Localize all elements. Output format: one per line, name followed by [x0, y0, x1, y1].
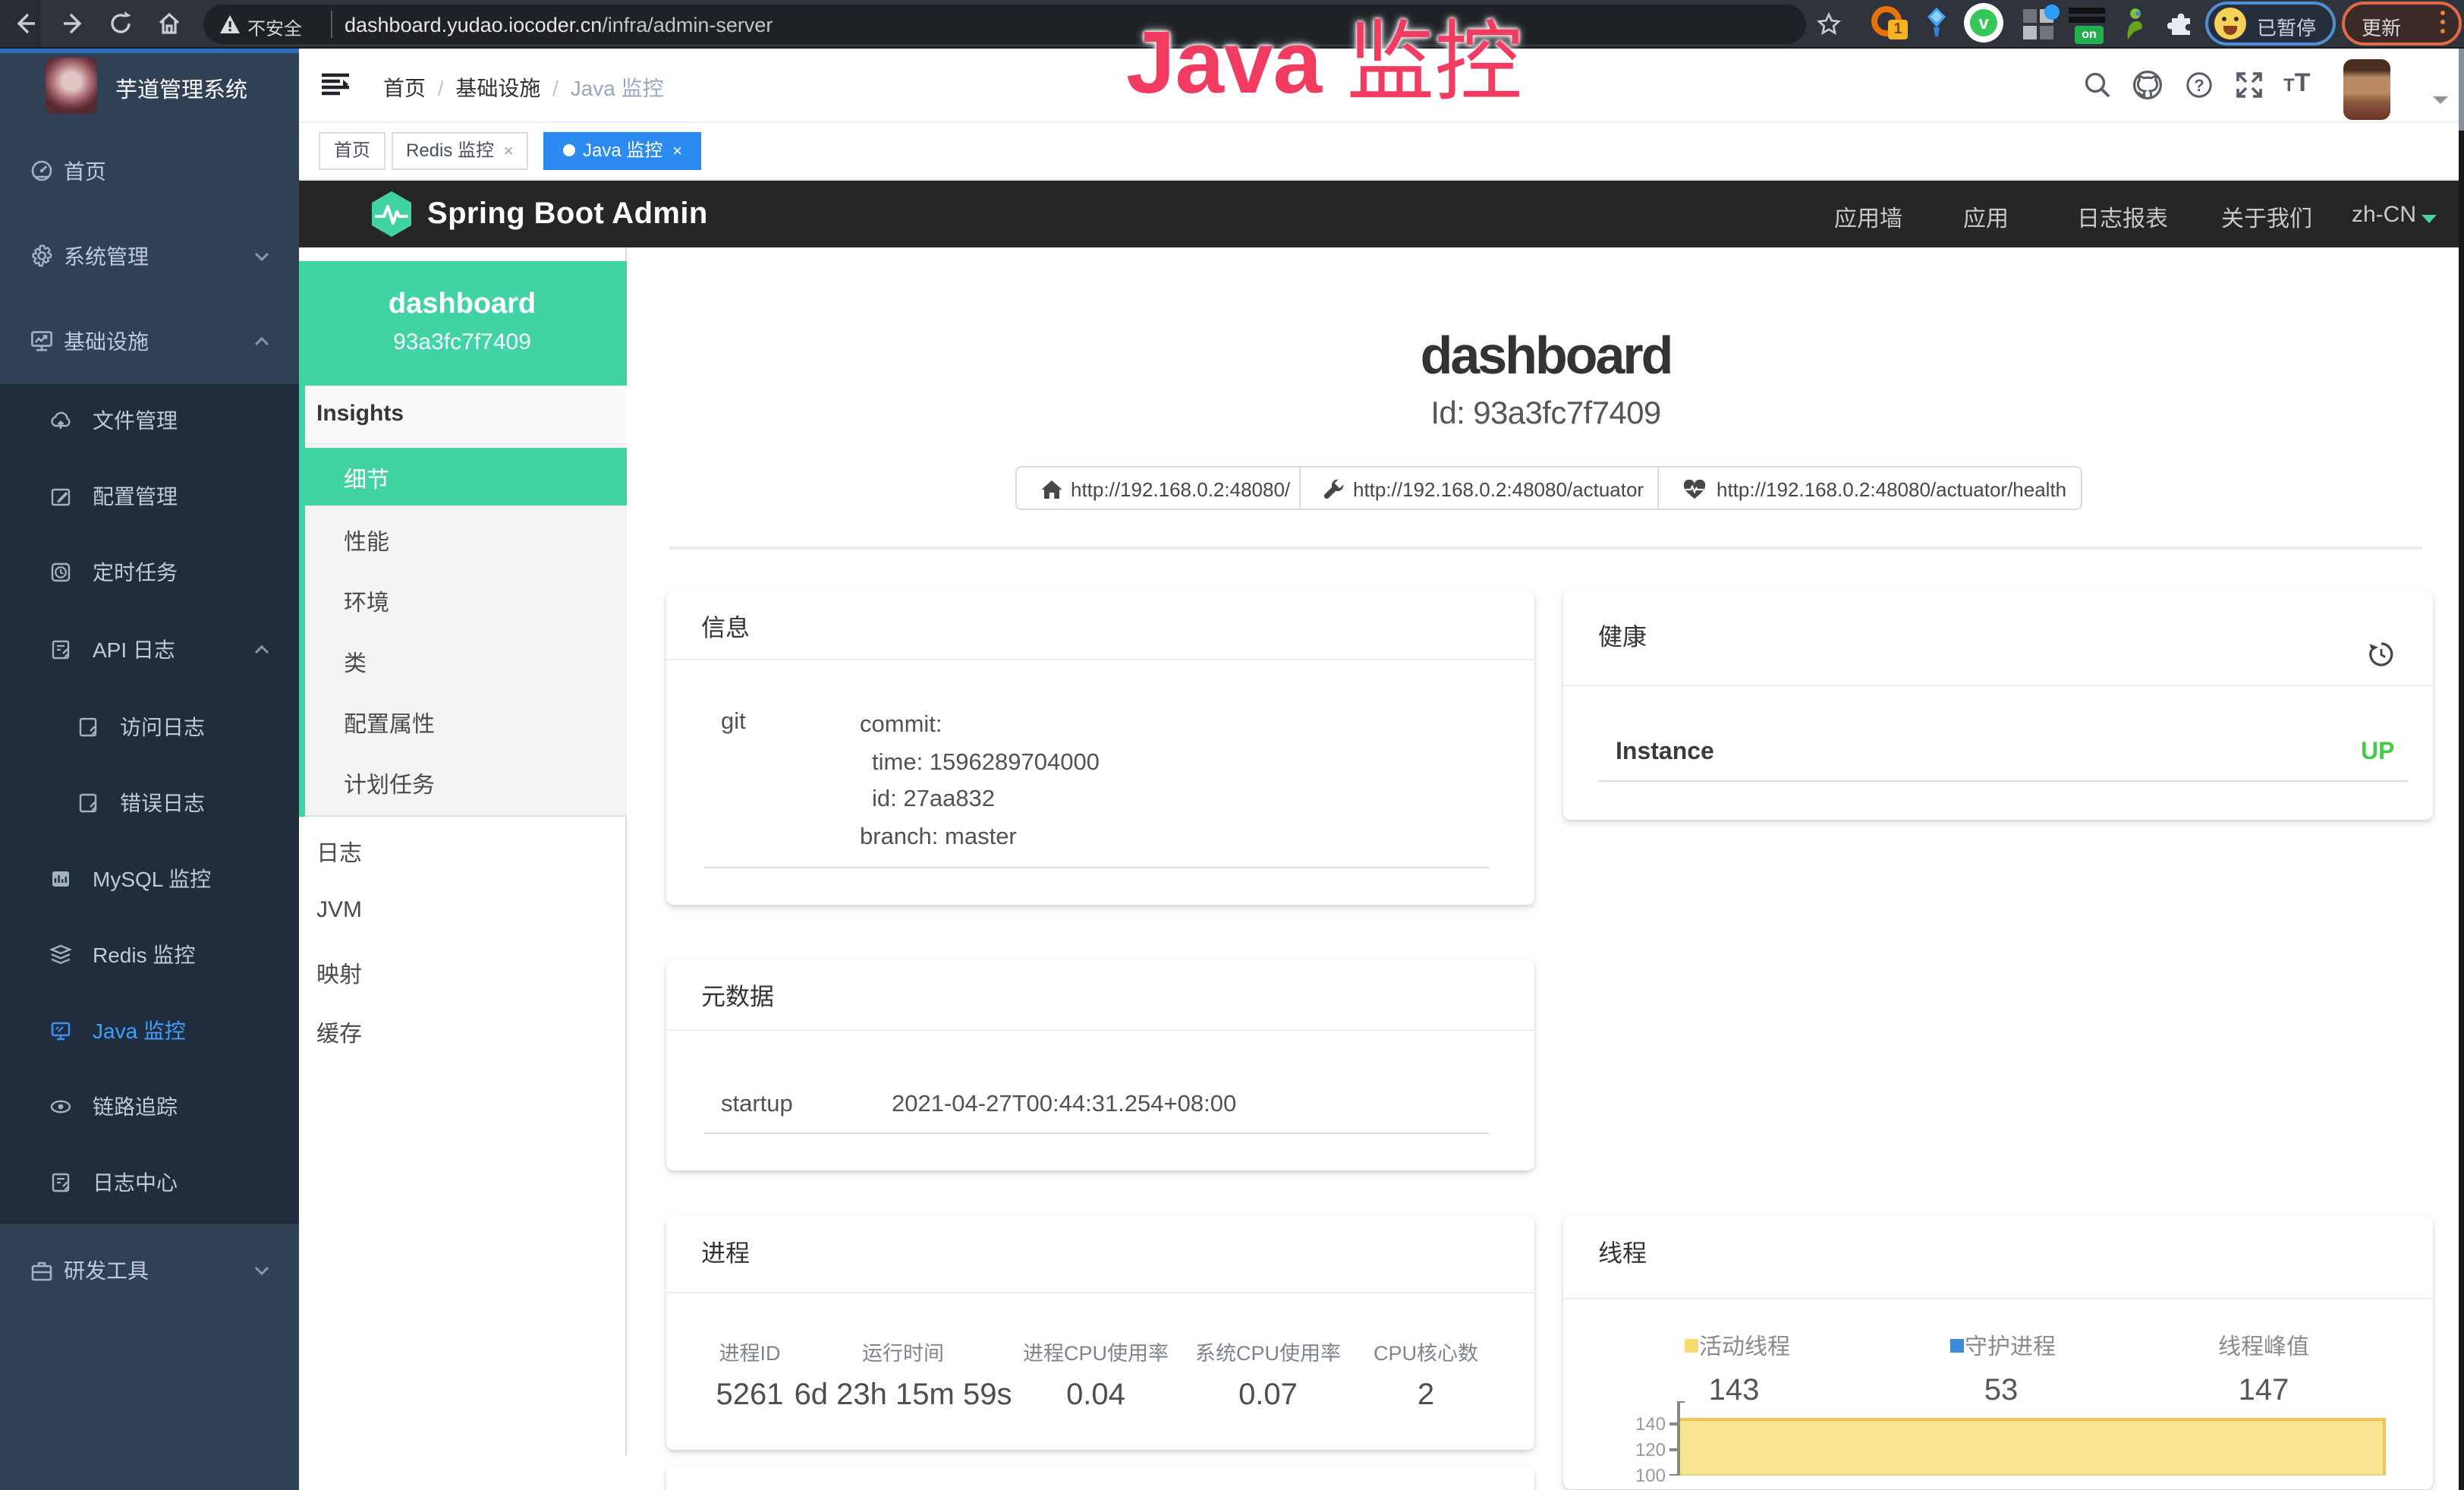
svg-text:?: ? [2193, 76, 2203, 95]
